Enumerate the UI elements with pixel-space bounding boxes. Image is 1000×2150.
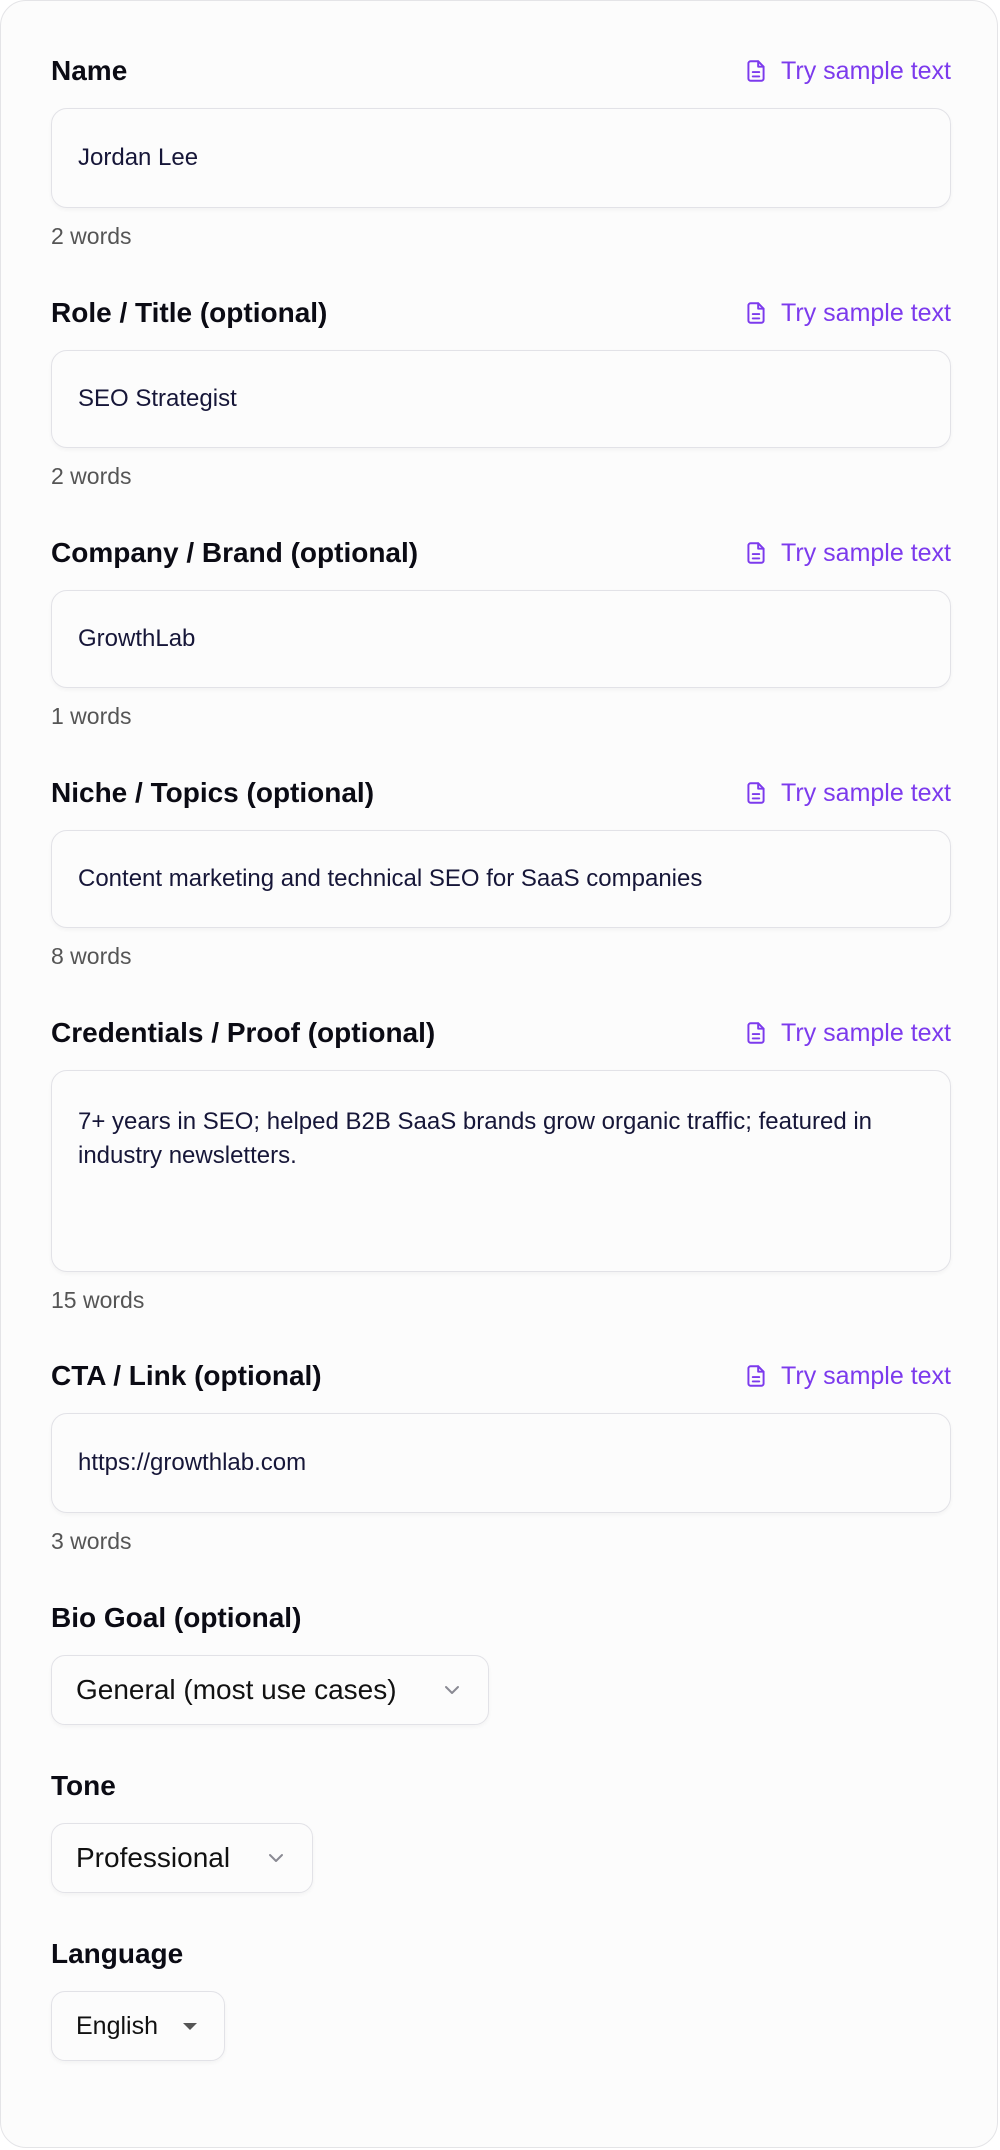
chevron-down-icon [445, 1686, 459, 1694]
try-sample-label: Try sample text [781, 1361, 951, 1390]
bio-goal-select[interactable]: General (most use cases) [51, 1655, 489, 1725]
field-header: Name Try sample text [51, 51, 951, 91]
document-icon [747, 782, 765, 804]
document-icon [747, 302, 765, 324]
cta-value: https://growthlab.com [78, 1449, 307, 1476]
niche-label: Niche / Topics (optional) [51, 777, 375, 808]
try-sample-label: Try sample text [781, 778, 951, 807]
field-header: Credentials / Proof (optional) Try sampl… [51, 1013, 951, 1053]
document-icon [747, 1365, 765, 1387]
credentials-word-count: 15 words [51, 1287, 145, 1313]
cta-input[interactable]: https://growthlab.com [51, 1413, 951, 1513]
document-icon [747, 542, 765, 564]
try-sample-credentials-button[interactable]: Try sample text [743, 1013, 951, 1053]
try-sample-cta-button[interactable]: Try sample text [743, 1356, 951, 1396]
field-header: Role / Title (optional) Try sample text [51, 293, 951, 333]
niche-word-count: 8 words [51, 943, 132, 969]
try-sample-niche-button[interactable]: Try sample text [743, 773, 951, 813]
form-card: Name Try sample text Jordan Lee 2 words … [0, 0, 998, 2148]
bio-goal-value: General (most use cases) [76, 1674, 397, 1705]
field-header: Company / Brand (optional) Try sample te… [51, 533, 951, 573]
language-select[interactable]: English [51, 1991, 225, 2061]
chevron-down-icon [269, 1854, 283, 1862]
document-icon [747, 1022, 765, 1044]
try-sample-role-button[interactable]: Try sample text [743, 293, 951, 333]
niche-input[interactable]: Content marketing and technical SEO for … [51, 830, 951, 928]
company-value: GrowthLab [78, 625, 196, 652]
language-value: English [76, 2011, 158, 2040]
tone-value: Professional [76, 1842, 231, 1873]
bio-goal-label: Bio Goal (optional) [51, 1602, 302, 1633]
try-sample-label: Try sample text [781, 1018, 951, 1047]
tone-select[interactable]: Professional [51, 1823, 313, 1893]
document-icon [747, 60, 765, 82]
role-label: Role / Title (optional) [51, 297, 328, 328]
cta-word-count: 3 words [51, 1528, 132, 1554]
caret-down-icon [183, 2023, 197, 2030]
cta-label: CTA / Link (optional) [51, 1360, 322, 1391]
name-label: Name [51, 55, 128, 86]
try-sample-label: Try sample text [781, 538, 951, 567]
tone-label: Tone [51, 1770, 116, 1801]
try-sample-name-button[interactable]: Try sample text [743, 51, 951, 91]
role-word-count: 2 words [51, 463, 132, 489]
credentials-label: Credentials / Proof (optional) [51, 1017, 436, 1048]
credentials-textarea[interactable]: 7+ years in SEO; helped B2B SaaS brands … [51, 1070, 951, 1272]
name-input[interactable]: Jordan Lee [51, 108, 951, 208]
language-label: Language [51, 1938, 184, 1969]
name-word-count: 2 words [51, 223, 132, 249]
try-sample-label: Try sample text [781, 56, 951, 85]
name-value: Jordan Lee [78, 144, 199, 171]
credentials-value: 7+ years in SEO; helped B2B SaaS brands … [78, 1108, 873, 1169]
try-sample-company-button[interactable]: Try sample text [743, 533, 951, 573]
niche-value: Content marketing and technical SEO for … [78, 865, 703, 892]
field-header: Niche / Topics (optional) Try sample tex… [51, 773, 951, 813]
role-value: SEO Strategist [78, 385, 237, 412]
company-label: Company / Brand (optional) [51, 537, 419, 568]
company-input[interactable]: GrowthLab [51, 590, 951, 688]
company-word-count: 1 words [51, 703, 132, 729]
role-input[interactable]: SEO Strategist [51, 350, 951, 448]
try-sample-label: Try sample text [781, 298, 951, 327]
field-header: CTA / Link (optional) Try sample text [51, 1356, 951, 1396]
